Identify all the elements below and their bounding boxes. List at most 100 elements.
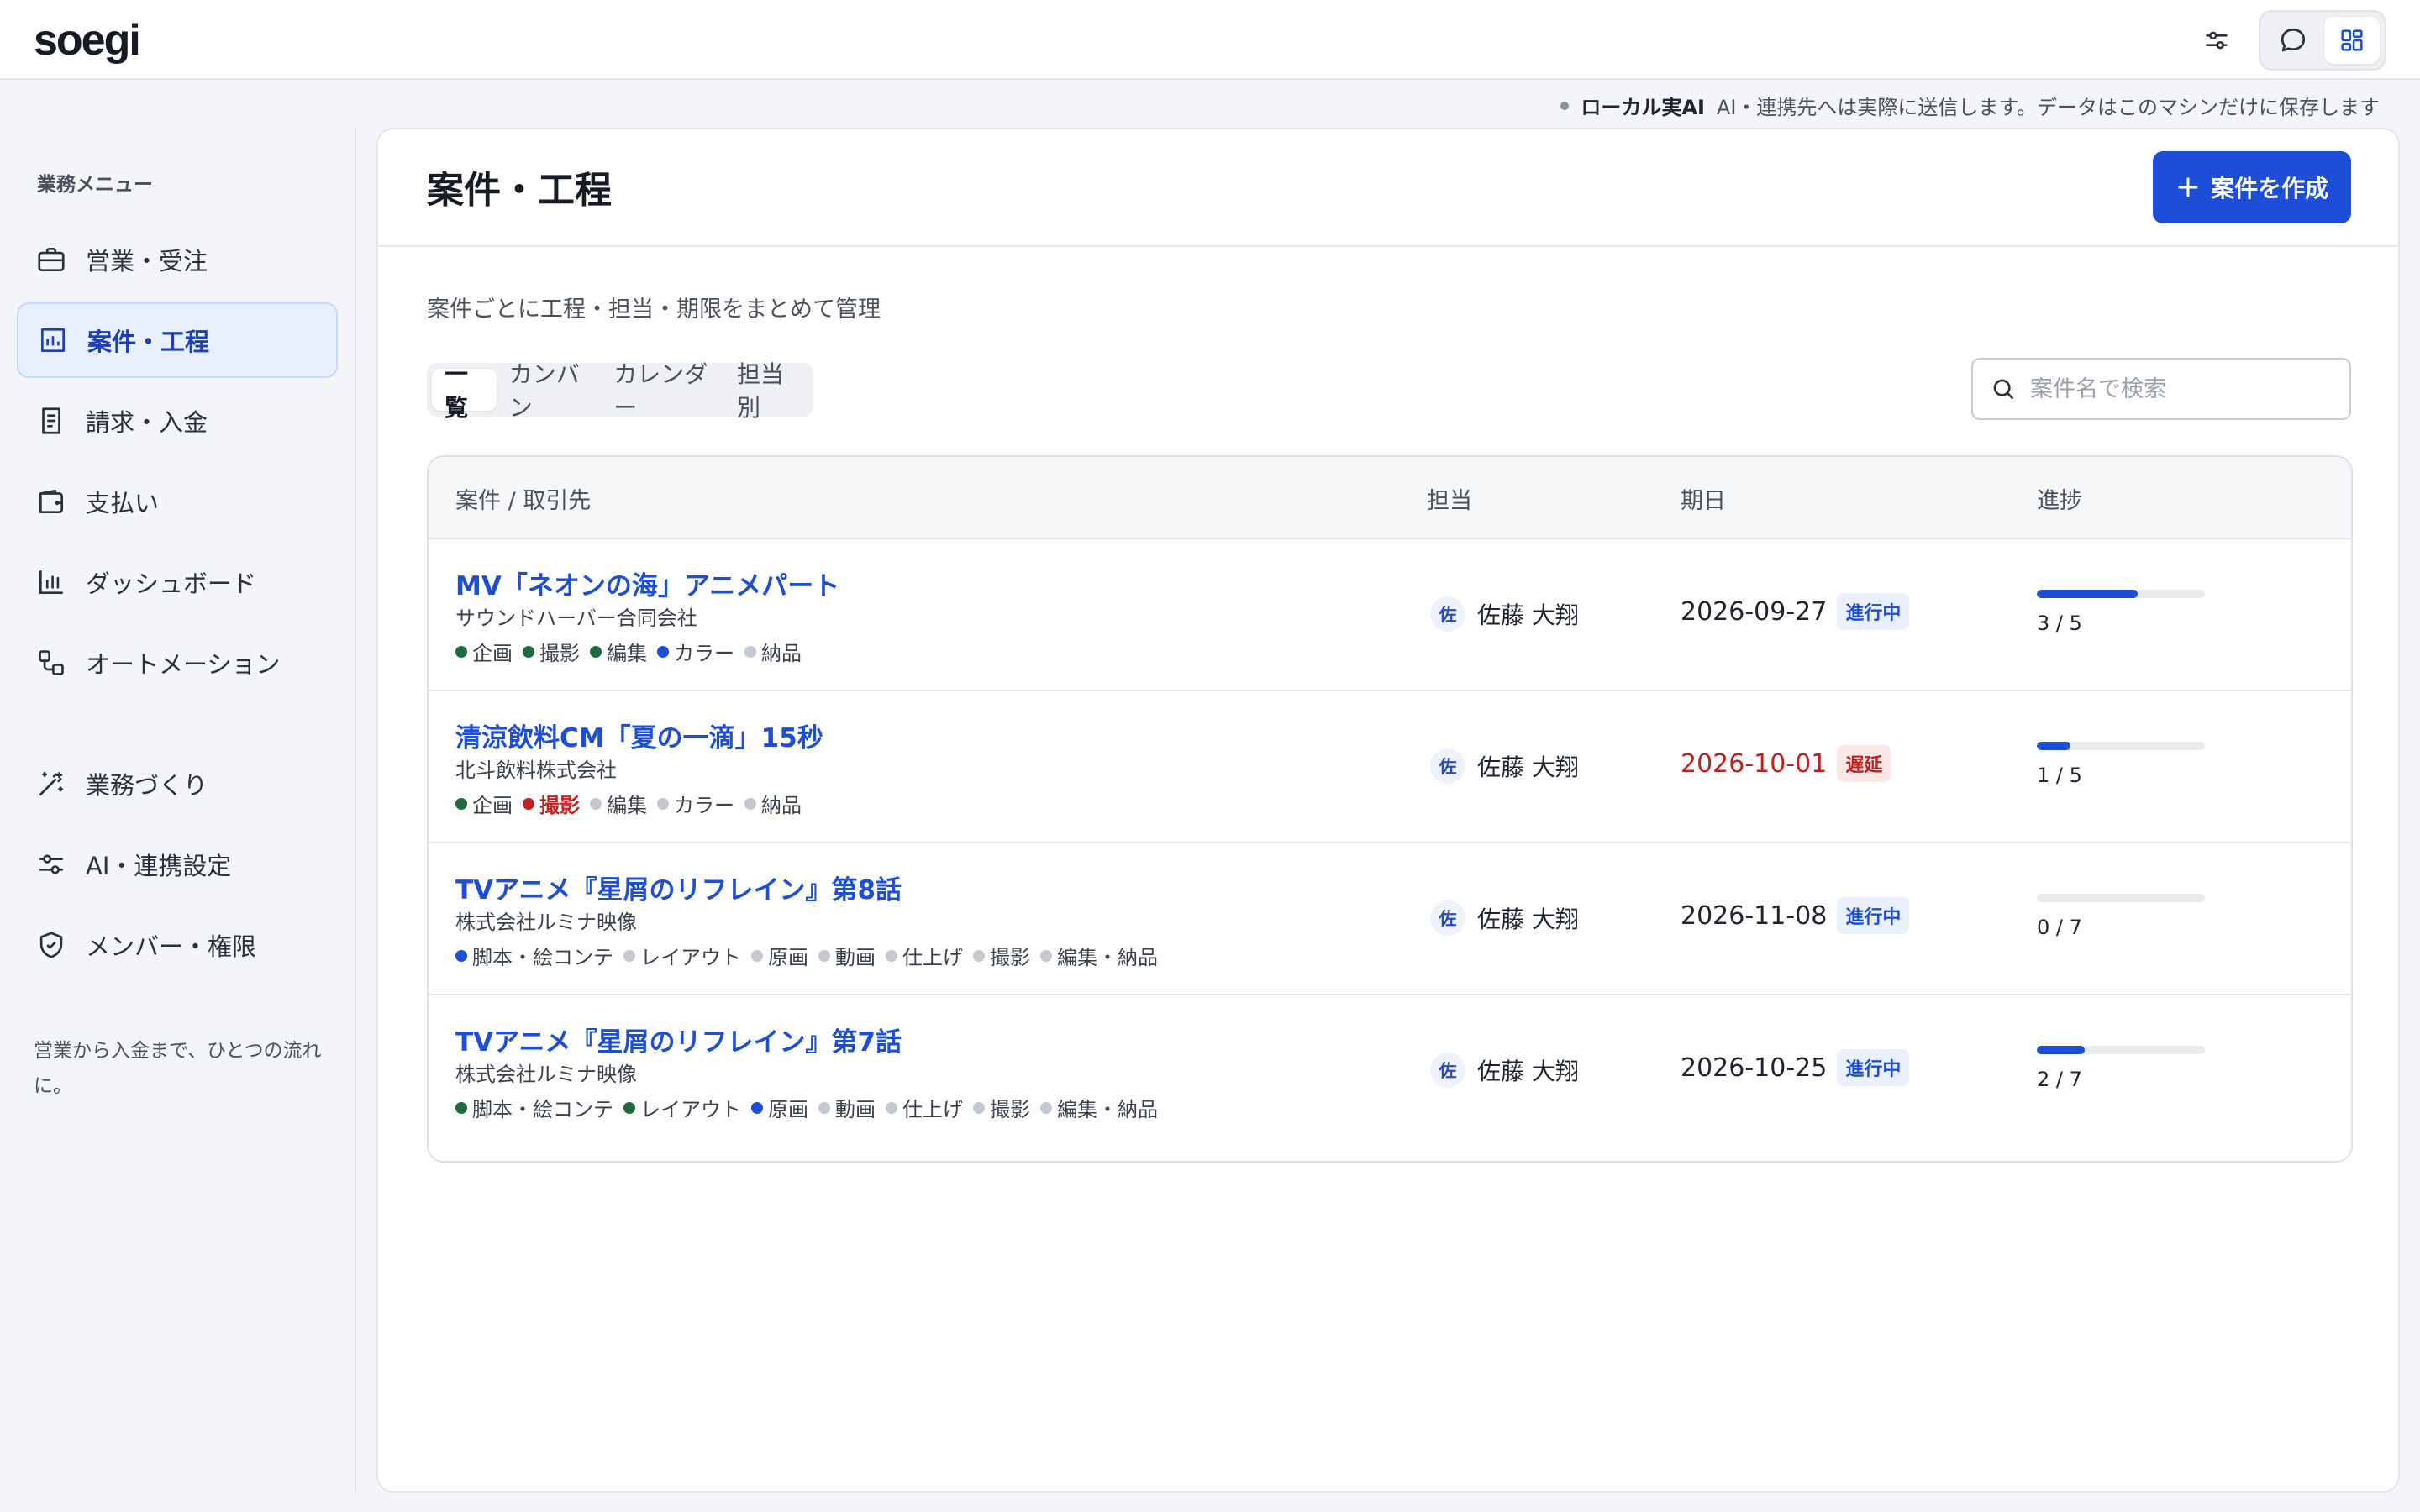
due-cell: 2026-11-08 進行中 (1681, 897, 1910, 934)
progress-fill (2037, 742, 2070, 750)
stage-todo: 仕上げ (886, 941, 963, 970)
sidebar-item-sales[interactable]: 営業・受注 (17, 222, 338, 297)
column-header-progress[interactable]: 進捗 (2037, 482, 2082, 515)
top-bar: soegi (0, 0, 2420, 80)
sidebar-item-automation[interactable]: オートメーション (17, 625, 338, 701)
stage-dot-icon (657, 645, 669, 658)
stage-label: 動画 (835, 1098, 876, 1121)
tab-calendar[interactable]: カレンダー (601, 360, 724, 422)
tab-kanban[interactable]: カンバン (497, 360, 602, 422)
owner-name: 佐藤 大翔 (1477, 1058, 1579, 1085)
sidebar: 業務メニュー 営業・受注 案件・工程 請求・入金 支払い ダッシュボード オート… (0, 128, 356, 1493)
search-icon (1993, 379, 2013, 399)
filter-settings-button[interactable] (2191, 18, 2242, 62)
projects-table: 案件 / 取引先 担当 期日 進捗 MV「ネオンの海」アニメパート サウンドハーバ… (427, 455, 2353, 1163)
stage-dot-icon (523, 645, 534, 658)
stage-label: 撮影 (990, 1098, 1030, 1121)
sidebar-item-dashboard[interactable]: ダッシュボード (17, 544, 338, 620)
sidebar-item-label: 営業・受注 (86, 247, 208, 276)
grid-view-button[interactable] (2324, 17, 2380, 64)
column-header-due[interactable]: 期日 (1681, 482, 1726, 515)
sidebar-item-billing[interactable]: 請求・入金 (17, 383, 338, 459)
stage-todo: 動画 (818, 941, 876, 970)
tab-list[interactable]: 一覧 (432, 360, 497, 422)
sidebar-item-projects[interactable]: 案件・工程 (17, 302, 338, 378)
status-badge: 進行中 (1837, 593, 1910, 630)
avatar: 佐 (1430, 596, 1465, 632)
stage-dot-icon (818, 1101, 830, 1114)
progress-text: 2 / 7 (2037, 1068, 2082, 1091)
progress-bar (2037, 590, 2205, 598)
sidebar-item-label: メンバー・権限 (86, 932, 257, 961)
view-tabs: 一覧 カンバン カレンダー 担当別 (427, 360, 813, 422)
stage-done: 編集 (590, 637, 647, 666)
sliders-icon (39, 854, 64, 874)
notice-label: ローカル実AI (1581, 96, 1705, 119)
tab-by-owner[interactable]: 担当別 (724, 360, 808, 422)
stage-done: 撮影 (523, 637, 580, 666)
project-name-link[interactable]: TVアニメ『星屑のリフレイン』第7話 (455, 1021, 902, 1058)
status-badge: 進行中 (1837, 897, 1910, 934)
main-header: 案件・工程 + 案件を作成 (378, 129, 2398, 247)
stage-dot-icon (590, 645, 602, 658)
stage-dot-icon (523, 797, 534, 810)
stage-todo: レイアウト (623, 941, 741, 970)
page-title: 案件・工程 (427, 169, 612, 212)
project-name-link[interactable]: MV「ネオンの海」アニメパート (455, 564, 839, 602)
sidebar-item-builder[interactable]: 業務づくり (17, 746, 338, 822)
sidebar-item-label: 業務づくり (86, 771, 208, 800)
stage-label: 動画 (835, 946, 876, 969)
stage-label: 脚本・絵コンテ (472, 946, 613, 969)
sidebar-item-label: AI・連携設定 (86, 852, 232, 880)
due-cell: 2026-10-01 遅延 (1681, 745, 1891, 782)
stage-label: 編集・納品 (1057, 1098, 1158, 1121)
stage-label: 撮影 (539, 794, 580, 817)
table-row[interactable]: TVアニメ『星屑のリフレイン』第7話 株式会社ルミナ映像 脚本・絵コンテ レイアウト 原… (429, 995, 2351, 1147)
sidebar-item-label: オートメーション (86, 650, 281, 679)
stage-dot-icon (744, 797, 756, 810)
app-logo[interactable]: soegi (34, 15, 141, 66)
stage-list: 脚本・絵コンテ レイアウト 原画 動画 仕上げ 撮影 編集・納品 (455, 941, 1158, 970)
workflow-icon (39, 650, 64, 675)
table-row[interactable]: 清涼飲料CM「夏の一滴」15秒 北斗飲料株式会社 企画 撮影 編集 カラー 納品 佐佐藤 大翔… (429, 691, 2351, 843)
create-project-button[interactable]: + 案件を作成 (2153, 151, 2351, 223)
chat-view-button[interactable] (2265, 17, 2321, 64)
stage-dot-icon (455, 1101, 467, 1114)
briefcase-icon (38, 247, 65, 272)
owner-name: 佐藤 大翔 (1477, 906, 1579, 933)
stage-dot-icon (886, 949, 897, 962)
column-header-owner[interactable]: 担当 (1427, 482, 1472, 515)
project-name-link[interactable]: TVアニメ『星屑のリフレイン』第8話 (455, 869, 902, 906)
stage-todo: 編集・納品 (1040, 941, 1158, 970)
client-name: 株式会社ルミナ映像 (455, 1063, 637, 1086)
progress-cell: 0 / 7 (2037, 894, 2205, 939)
status-dot-icon (1560, 101, 1570, 110)
stage-todo: 編集 (590, 789, 647, 818)
owner-cell: 佐佐藤 大翔 (1430, 900, 1579, 936)
plus-icon: + (2175, 170, 2202, 204)
client-name: 北斗飲料株式会社 (455, 759, 617, 782)
stage-label: 仕上げ (902, 1098, 963, 1121)
project-name-link[interactable]: 清涼飲料CM「夏の一滴」15秒 (455, 717, 823, 754)
stage-dot-icon (455, 797, 467, 810)
sidebar-item-ai-settings[interactable]: AI・連携設定 (17, 827, 338, 902)
stage-dot-icon (623, 949, 635, 962)
column-header-project[interactable]: 案件 / 取引先 (455, 482, 591, 515)
sidebar-item-members[interactable]: メンバー・権限 (17, 907, 338, 983)
stage-label: 撮影 (539, 642, 580, 665)
stage-label: 納品 (761, 642, 802, 665)
stage-dot-icon (657, 797, 669, 810)
table-row[interactable]: MV「ネオンの海」アニメパート サウンドハーバー合同会社 企画 撮影 編集 カラー 納品 佐佐… (429, 539, 2351, 691)
progress-cell: 2 / 7 (2037, 1046, 2205, 1091)
stage-label: カラー (674, 794, 734, 817)
stage-late: 撮影 (523, 789, 580, 818)
stage-label: 原画 (768, 1098, 808, 1121)
magic-wand-icon (39, 771, 64, 796)
grid-icon (2341, 29, 2363, 51)
table-row[interactable]: TVアニメ『星屑のリフレイン』第8話 株式会社ルミナ映像 脚本・絵コンテ レイアウト 原… (429, 843, 2351, 995)
view-toggle (2259, 10, 2386, 71)
search-input[interactable] (2030, 375, 2333, 402)
sidebar-item-label: 支払い (86, 489, 160, 517)
sidebar-item-payments[interactable]: 支払い (17, 464, 338, 539)
stage-label: 撮影 (990, 946, 1030, 969)
